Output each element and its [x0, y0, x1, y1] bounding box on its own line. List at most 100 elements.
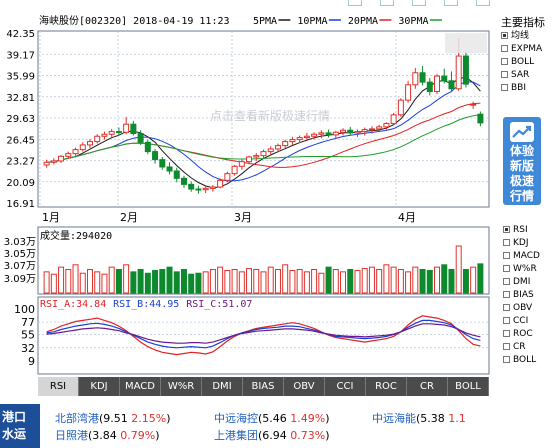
volume-bar — [173, 271, 180, 294]
tab-wr[interactable]: W%R — [161, 377, 202, 396]
tab-rsi[interactable]: RSI — [38, 377, 79, 396]
volume-bar — [209, 269, 216, 294]
candle-body — [296, 137, 303, 141]
volume-bar — [419, 269, 426, 294]
checkbox[interactable] — [501, 32, 508, 39]
promo-text: 体验 新版 极速 行情 — [503, 144, 541, 204]
volume-tick-3: 3.09万 — [4, 274, 36, 285]
checkbox[interactable] — [501, 84, 508, 91]
sub-boll-option[interactable]: BOLL — [503, 354, 556, 367]
tab-roc[interactable]: ROC — [366, 377, 407, 396]
month-axis: 1月 2月 3月 4月 — [42, 211, 416, 224]
sub-roc-option[interactable]: ROC — [503, 328, 556, 341]
watermark[interactable]: 点击查看新版极速行情 — [210, 108, 330, 123]
volume-bar — [318, 272, 325, 294]
volume-bar — [144, 272, 151, 294]
ma-legend-2: 20PMA — [348, 16, 378, 27]
tab-boll[interactable]: BOLL — [448, 377, 489, 396]
candle-body — [159, 159, 166, 168]
ma-legend-3: 30PMA — [398, 16, 428, 27]
checkbox[interactable] — [503, 330, 510, 337]
volume-bar — [86, 269, 93, 294]
ticker-item[interactable]: 中远海控(5.46 1.49%) — [214, 410, 330, 426]
price-axis: 42.35 39.17 35.99 32.81 29.63 26.45 23.27 20.09… — [6, 29, 35, 210]
checkbox[interactable] — [503, 252, 510, 259]
checkbox[interactable] — [503, 265, 510, 272]
candle-body — [58, 155, 65, 162]
checkbox[interactable] — [503, 291, 510, 298]
volume-bar — [188, 273, 195, 294]
candle-body — [173, 170, 180, 179]
ticker-item[interactable]: 日照港(3.84 0.79%) — [55, 427, 160, 443]
candle-body — [144, 141, 151, 153]
checkbox[interactable] — [503, 343, 510, 350]
main-expma-option[interactable]: EXPMA — [501, 43, 556, 56]
checkbox[interactable] — [503, 278, 510, 285]
volume-bar — [159, 269, 166, 294]
sub-cr-option[interactable]: CR — [503, 341, 556, 354]
checkbox[interactable] — [503, 226, 510, 233]
candle-body — [462, 55, 469, 85]
sub-dmi-option[interactable]: DMI — [503, 276, 556, 289]
checkbox[interactable] — [501, 45, 508, 52]
rsi-legend-2: RSI_C:51.07 — [186, 299, 252, 310]
tab-kdj[interactable]: KDJ — [79, 377, 120, 396]
volume-bar — [202, 271, 209, 294]
rsi-tick-2: 55 — [21, 329, 35, 342]
tab-cr[interactable]: CR — [407, 377, 448, 396]
rsi-legend-0: RSI_A:34.84 — [40, 299, 106, 310]
candle-body — [325, 132, 332, 136]
checkbox[interactable] — [501, 71, 508, 78]
sub-macd-option[interactable]: MACD — [503, 250, 556, 263]
promo-new-version-button[interactable]: 体验 新版 极速 行情 — [503, 117, 541, 205]
volume-bar — [180, 269, 187, 294]
tab-dmi[interactable]: DMI — [202, 377, 243, 396]
candle-body — [419, 72, 426, 83]
volume-bar — [347, 269, 354, 294]
main-sar-option[interactable]: SAR — [501, 69, 556, 82]
volume-tick-0: 3.03万 — [4, 237, 36, 248]
sub-kdj-option[interactable]: KDJ — [503, 237, 556, 250]
tab-bias[interactable]: BIAS — [243, 377, 284, 396]
checkbox[interactable] — [503, 239, 510, 246]
candle-body — [383, 123, 390, 128]
checkbox[interactable] — [503, 304, 510, 311]
volume-bar — [108, 266, 115, 294]
month-label-0: 1月 — [42, 211, 60, 224]
main-indicator-options: 均线 EXPMA BOLL SAR BBI — [501, 30, 556, 95]
checkbox[interactable] — [501, 58, 508, 65]
volume-bar — [238, 271, 245, 294]
sub-obv-option[interactable]: OBV — [503, 302, 556, 315]
volume-bar — [340, 271, 347, 294]
ticker-item[interactable]: 中远海能(5.38 1.1 — [372, 410, 466, 426]
candle-body — [115, 131, 122, 134]
checkbox[interactable] — [503, 356, 510, 363]
candle-body — [209, 186, 216, 189]
main-bbi-option[interactable]: BBI — [501, 82, 556, 95]
tab-cci[interactable]: CCI — [325, 377, 366, 396]
volume-bar — [303, 271, 310, 294]
main-boll-option[interactable]: BOLL — [501, 56, 556, 69]
ticker-percent: 1.49% — [290, 412, 326, 425]
ticker-item[interactable]: 北部湾港(9.51 2.15%) — [55, 410, 171, 426]
sub-rsi-option[interactable]: RSI — [503, 224, 556, 237]
ticker-item[interactable]: 上港集团(6.94 0.73%) — [214, 427, 330, 443]
option-label: 均线 — [511, 31, 530, 41]
sub-cci-option[interactable]: CCI — [503, 315, 556, 328]
candle-body — [217, 179, 224, 188]
main--option[interactable]: 均线 — [501, 30, 556, 43]
price-tick-0: 42.35 — [6, 29, 35, 40]
sector-heading[interactable]: 港口 水运 — [0, 404, 40, 448]
volume-bar — [455, 245, 462, 294]
sub-bias-option[interactable]: BIAS — [503, 289, 556, 302]
checkbox[interactable] — [503, 317, 510, 324]
volume-bar — [383, 264, 390, 294]
volume-bar — [412, 266, 419, 294]
tab-macd[interactable]: MACD — [120, 377, 161, 396]
price-tick-4: 29.63 — [6, 114, 35, 125]
option-label: CR — [513, 342, 526, 352]
price-tick-5: 26.45 — [6, 135, 35, 146]
sub-wr-option[interactable]: W%R — [503, 263, 556, 276]
option-label: KDJ — [513, 238, 529, 248]
tab-obv[interactable]: OBV — [284, 377, 325, 396]
